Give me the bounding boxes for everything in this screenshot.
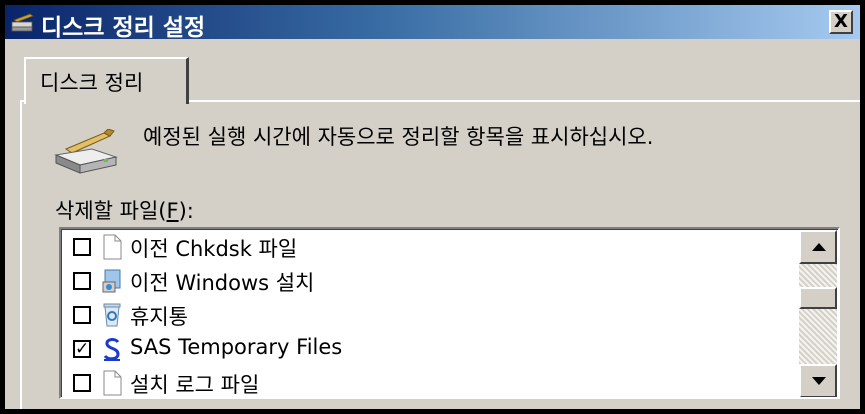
item-checkbox[interactable] [73, 306, 91, 324]
item-label: 설치 로그 파일 [130, 373, 260, 397]
list-item[interactable]: 휴지통 [62, 298, 792, 332]
sas-icon [103, 338, 120, 361]
files-label-accelerator: F [166, 199, 179, 223]
vertical-scrollbar[interactable] [799, 230, 837, 397]
listbox-inner: 이전 Chkdsk 파일 이전 Windows 설치 휴지통 ✓ SAS Tem… [61, 229, 838, 397]
tab-disk-cleanup[interactable]: 디스크 정리 [24, 57, 189, 104]
list-item[interactable]: 이전 Windows 설치 [62, 264, 792, 298]
item-checkbox[interactable] [73, 374, 91, 392]
item-label: SAS Temporary Files [130, 335, 343, 359]
description-text: 예정된 실행 시간에 자동으로 정리할 항목을 표시하십시오. [143, 125, 654, 149]
item-label: 이전 Windows 설치 [130, 271, 315, 295]
screen-frame: 디스크 정리 설정 X 디스크 정리 예정된 실행 시간에 자동으로 정리할 항… [0, 0, 865, 414]
dialog-window: 디스크 정리 설정 X 디스크 정리 예정된 실행 시간에 자동으로 정리할 항… [5, 5, 860, 409]
item-checkbox[interactable] [73, 272, 91, 290]
windows-setup-icon [102, 269, 121, 293]
arrow-up-icon [812, 243, 826, 251]
scroll-down-button[interactable] [799, 364, 837, 397]
scroll-up-button[interactable] [799, 230, 837, 264]
disk-cleanup-icon [11, 13, 34, 32]
window-title: 디스크 정리 설정 [41, 15, 206, 41]
item-label: 이전 Chkdsk 파일 [130, 237, 298, 261]
recycle-bin-icon [103, 303, 121, 327]
list-item[interactable]: 이전 Chkdsk 파일 [62, 230, 792, 264]
blank-file-icon [103, 234, 122, 260]
blank-file-icon [103, 370, 122, 396]
disk-cleanup-large-icon [54, 129, 118, 174]
item-label: 휴지통 [130, 305, 188, 329]
files-to-delete-label: 삭제할 파일(F): [55, 195, 194, 225]
list-item[interactable]: ✓ SAS Temporary Files [62, 332, 792, 366]
list-item[interactable]: 설치 로그 파일 [62, 366, 792, 397]
check-mark-icon: ✓ [75, 339, 90, 359]
files-listbox[interactable]: 이전 Chkdsk 파일 이전 Windows 설치 휴지통 ✓ SAS Tem… [59, 227, 840, 399]
close-button[interactable]: X [829, 10, 853, 34]
title-bar[interactable]: 디스크 정리 설정 X [5, 5, 860, 41]
arrow-down-icon [812, 377, 826, 385]
scroll-thumb[interactable] [799, 287, 837, 309]
item-checkbox[interactable] [73, 238, 91, 256]
tab-label: 디스크 정리 [40, 71, 144, 95]
files-label-suffix: ): [178, 199, 194, 223]
item-checkbox[interactable]: ✓ [73, 339, 91, 359]
files-label-prefix: 삭제할 파일( [55, 199, 167, 223]
